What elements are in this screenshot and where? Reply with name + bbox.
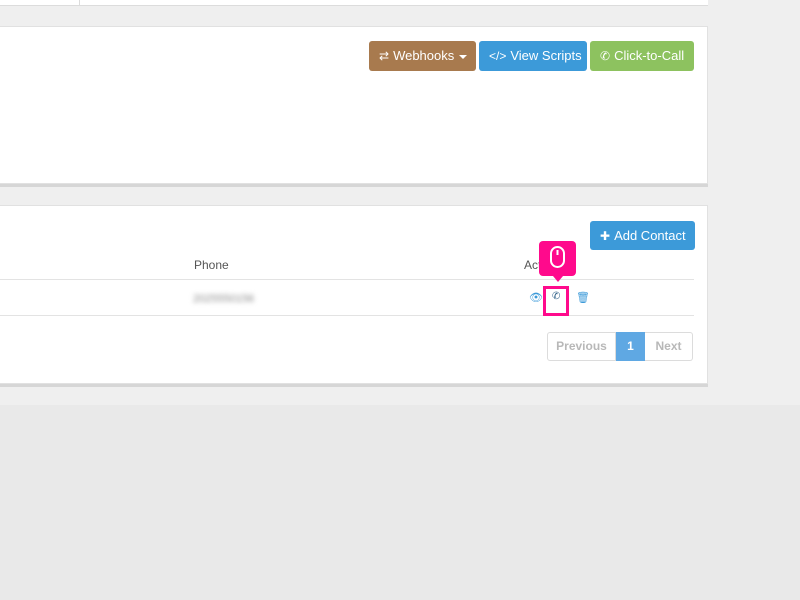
click-to-call-button[interactable]: ✆ Click-to-Call: [590, 41, 694, 71]
webhooks-label: Webhooks: [393, 48, 455, 63]
column-divider: [79, 0, 80, 5]
contacts-panel: ✚ Add Contact Phone Act 2025550156 👁 ✆ 🗑 …: [0, 205, 708, 384]
trash-icon[interactable]: 🗑: [576, 291, 590, 304]
code-icon: </>: [489, 49, 507, 63]
pagination-next[interactable]: Next: [645, 332, 693, 361]
mouse-click-indicator: [539, 241, 576, 282]
row-divider: [0, 315, 694, 316]
add-contact-label: Add Contact: [614, 228, 686, 243]
pagination-previous[interactable]: Previous: [547, 332, 616, 361]
pagination-page-1[interactable]: 1: [616, 332, 645, 361]
view-scripts-label: View Scripts: [510, 48, 582, 63]
plus-icon: ✚: [600, 229, 611, 243]
eye-icon[interactable]: 👁: [529, 291, 543, 304]
phone-icon: ✆: [600, 49, 611, 63]
exchange-icon: ⇄: [379, 49, 390, 63]
header-divider: [0, 279, 694, 280]
column-header-phone: Phone: [194, 258, 229, 272]
caret-down-icon: [459, 54, 468, 59]
webhooks-dropdown-button[interactable]: ⇄ Webhooks: [369, 41, 476, 71]
click-target-highlight: [543, 286, 569, 316]
integrations-panel: ⇄ Webhooks </> View Scripts ✆ Click-to-Call: [0, 26, 708, 184]
view-scripts-button[interactable]: </> View Scripts: [479, 41, 587, 71]
add-contact-button[interactable]: ✚ Add Contact: [590, 221, 695, 250]
top-table-edge: [0, 0, 708, 6]
mouse-icon: [550, 246, 565, 268]
click-to-call-label: Click-to-Call: [614, 48, 685, 63]
phone-cell: 2025550156: [193, 293, 255, 305]
